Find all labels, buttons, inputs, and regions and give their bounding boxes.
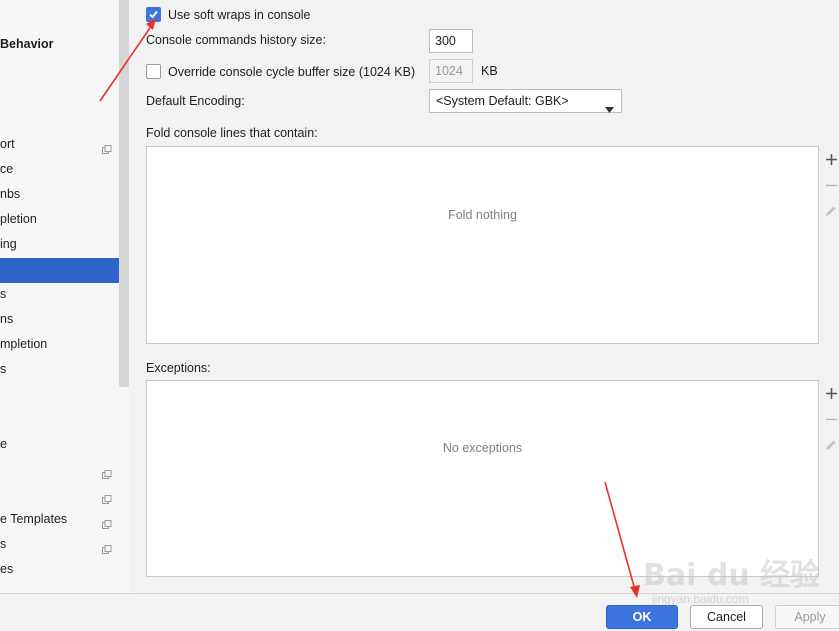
sidebar-item-code-completion[interactable]: pletion [0, 207, 119, 232]
sidebar-scrollbar[interactable] [119, 0, 129, 387]
sidebar-item-label: s [0, 362, 7, 376]
sidebar-item-console[interactable] [0, 258, 129, 283]
soft-wraps-row[interactable]: Use soft wraps in console [146, 7, 310, 22]
edit-icon[interactable] [823, 198, 839, 224]
encoding-select[interactable]: <System Default: GBK> [429, 89, 622, 113]
sidebar-item-label: ort [0, 137, 15, 151]
sidebar-item-breadcrumbs[interactable]: nbs [0, 182, 119, 207]
exceptions-label: Exceptions: [146, 361, 211, 375]
ok-button[interactable]: OK [606, 605, 678, 629]
sidebar-item-live-templates[interactable]: es [0, 557, 119, 582]
override-buffer-checkbox[interactable] [146, 64, 161, 79]
sidebar-item-color-scheme[interactable]: s [0, 282, 119, 307]
fold-lines-list[interactable]: Fold nothing [146, 146, 819, 344]
sidebar-item-file-code-templates[interactable]: e Templates [0, 507, 119, 532]
sidebar-item-label: s [0, 287, 7, 301]
sidebar-item-label: s [0, 537, 7, 551]
sidebar-item-label: ing [0, 237, 17, 251]
sidebar-item-label: e [0, 437, 7, 451]
project-level-icon [102, 139, 112, 154]
exceptions-toolbar [823, 380, 839, 458]
fold-lines-label: Fold console lines that contain: [146, 126, 318, 140]
sidebar-item-label: ce [0, 162, 14, 176]
sidebar-item-behavior[interactable]: Behavior [0, 32, 119, 57]
sidebar-item-code-style[interactable]: e [0, 432, 119, 457]
sidebar-item-label: nbs [0, 187, 21, 201]
history-size-input[interactable]: 300 [429, 29, 473, 53]
encoding-value: <System Default: GBK> [436, 94, 569, 108]
project-level-icon [102, 489, 112, 504]
chevron-down-icon [605, 98, 614, 120]
apply-button[interactable]: Apply [775, 605, 839, 629]
exceptions-empty-text: No exceptions [442, 441, 523, 455]
sidebar-item-gutter-icons[interactable]: s [0, 357, 119, 382]
sidebar-item-label: es [0, 562, 14, 576]
sidebar-item-label: mpletion [0, 337, 48, 351]
add-icon[interactable] [823, 380, 839, 406]
sidebar-item-label: ns [0, 312, 14, 326]
sidebar-item-file-encodings[interactable] [0, 482, 119, 507]
remove-icon[interactable] [823, 406, 839, 432]
history-size-label: Console commands history size: [146, 33, 326, 47]
fold-lines-toolbar [823, 146, 839, 224]
sidebar-item-editor-tabs[interactable]: ns [0, 307, 119, 332]
watermark-url: jingyan.baidu.com [652, 592, 749, 606]
cancel-button[interactable]: Cancel [690, 605, 763, 629]
add-icon[interactable] [823, 146, 839, 172]
sidebar-item-label: e Templates [0, 512, 68, 526]
project-level-icon [102, 464, 112, 479]
remove-icon[interactable] [823, 172, 839, 198]
settings-sidebar: Behavior ort ce nbs pletion ing s ns mpl… [0, 0, 129, 593]
exceptions-list[interactable]: No exceptions [146, 380, 819, 577]
sidebar-item-copyright[interactable] [0, 457, 119, 482]
edit-icon[interactable] [823, 432, 839, 458]
buffer-unit-label: KB [481, 64, 498, 78]
override-buffer-label: Override console cycle buffer size (1024… [168, 65, 416, 79]
fold-lines-empty-text: Fold nothing [448, 208, 517, 222]
encoding-label: Default Encoding: [146, 94, 245, 108]
soft-wraps-label: Use soft wraps in console [168, 8, 311, 22]
sidebar-item-label: Behavior [0, 37, 54, 51]
sidebar-item-code-folding[interactable]: ing [0, 232, 119, 257]
project-level-icon [102, 539, 112, 554]
watermark: Bai du 经验 [643, 558, 821, 593]
sidebar-item-file-types[interactable]: s [0, 532, 119, 557]
buffer-size-input[interactable]: 1024 [429, 59, 473, 83]
override-buffer-row[interactable]: Override console cycle buffer size (1024… [146, 64, 415, 79]
sidebar-item-import[interactable]: ort [0, 132, 119, 157]
soft-wraps-checkbox[interactable] [146, 7, 161, 22]
project-level-icon [102, 514, 112, 529]
sidebar-item-postfix-completion[interactable]: mpletion [0, 332, 119, 357]
sidebar-item-label: pletion [0, 212, 37, 226]
sidebar-item-appearance[interactable]: ce [0, 157, 119, 182]
